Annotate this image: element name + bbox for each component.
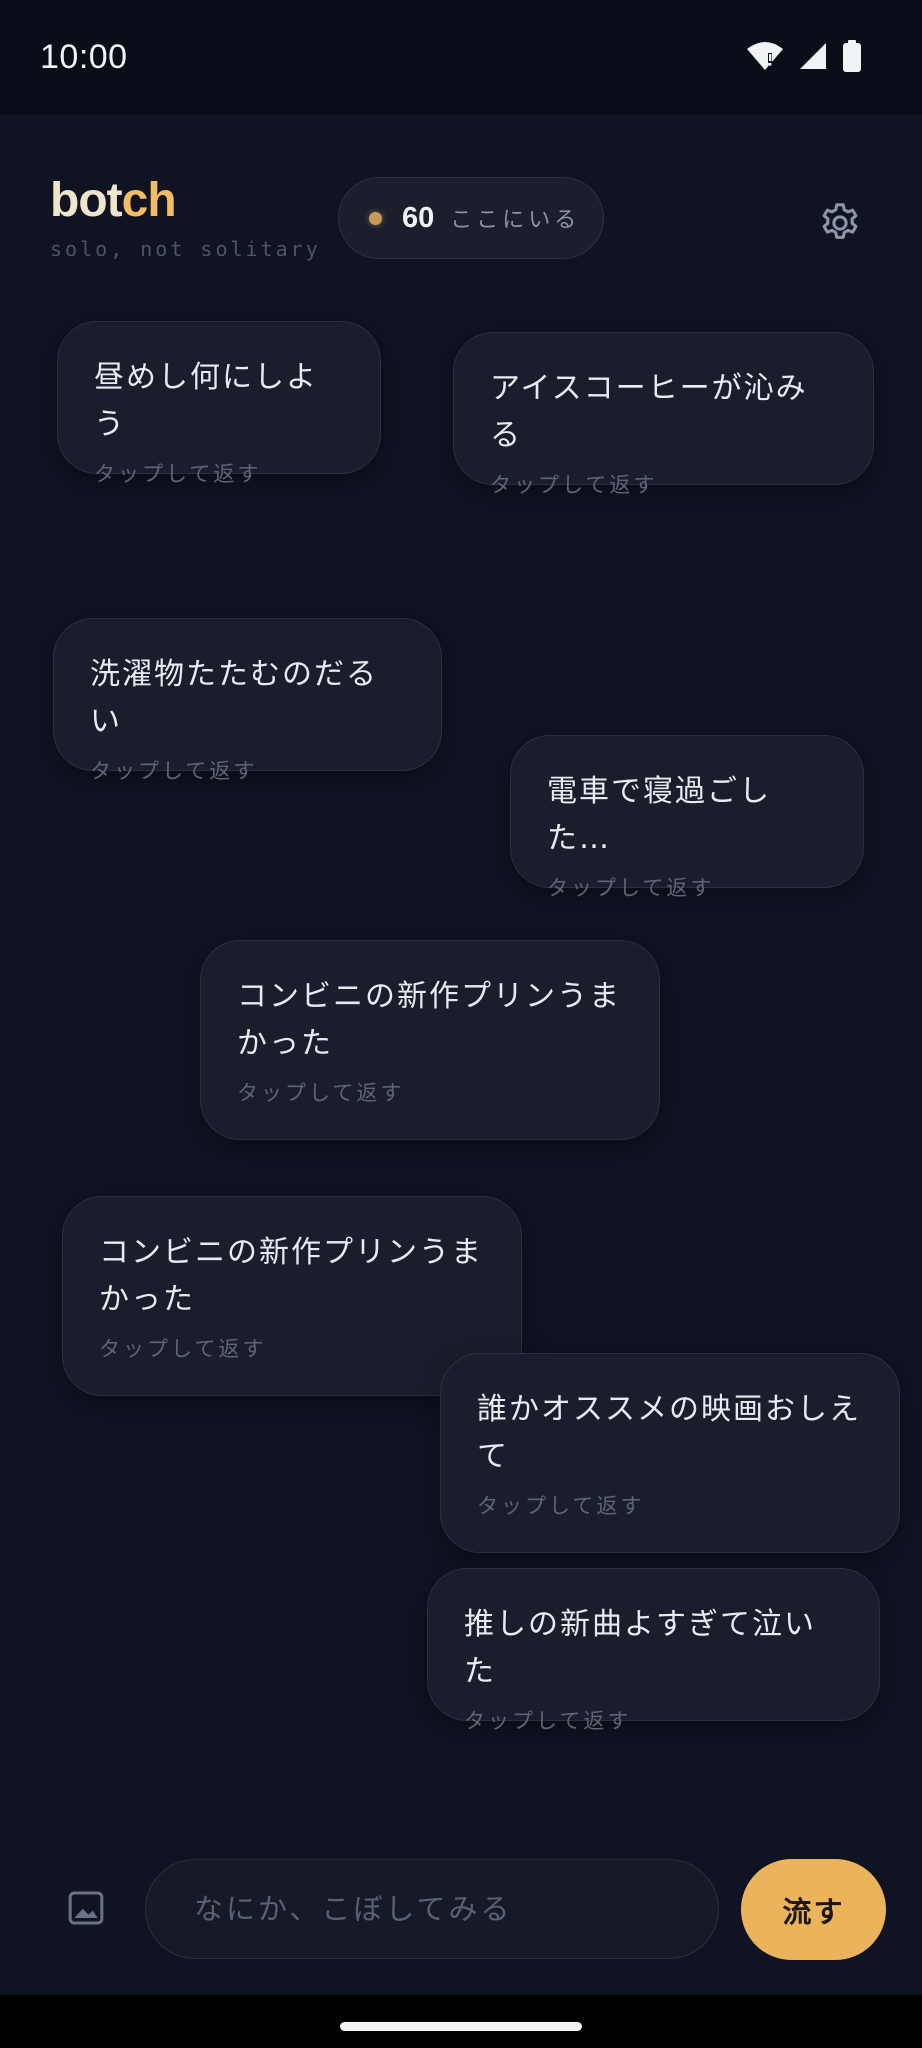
- status-bar: 10:00: [0, 0, 922, 115]
- post-card[interactable]: コンビニの新作プリンうま かった タップして返す: [200, 940, 660, 1140]
- battery-icon: [843, 40, 861, 72]
- presence-dot-icon: [369, 211, 382, 225]
- system-nav-bar: [0, 1995, 922, 2048]
- logo-part-bot: bot: [50, 174, 123, 227]
- post-card[interactable]: 昼めし何にしよう タップして返す: [57, 321, 381, 486]
- post-reply-hint: タップして返す: [90, 759, 258, 783]
- post-card[interactable]: 洗濯物たたむのだるい タップして返す: [53, 618, 442, 783]
- home-indicator[interactable]: [340, 2022, 582, 2031]
- presence-label: ここにいる: [450, 208, 581, 233]
- presence-indicator: 60 ここにいる: [338, 177, 604, 259]
- app-header: botch solo, not solitary 60 ここにいる: [0, 115, 922, 295]
- post-reply-hint: タップして返す: [237, 1081, 405, 1105]
- post-card[interactable]: 誰かオススメの映画おしえ て タップして返す: [440, 1353, 900, 1553]
- post-text: コンビニの新作プリンうま かった: [99, 1235, 483, 1317]
- post-reply-hint: タップして返す: [99, 1337, 267, 1361]
- gear-icon: [822, 203, 858, 239]
- logo-part-ch: ch: [121, 174, 177, 227]
- settings-button[interactable]: [812, 195, 868, 251]
- post-text: コンビニの新作プリンうま かった: [237, 979, 621, 1061]
- status-time: 10:00: [40, 38, 128, 76]
- send-button[interactable]: 流す: [741, 1859, 886, 1960]
- composer-bar: 流す: [0, 1838, 922, 1988]
- post-card[interactable]: アイスコーヒーが沁みる タップして返す: [453, 332, 874, 497]
- status-icons: [746, 40, 862, 72]
- image-icon: [68, 1891, 104, 1925]
- post-card[interactable]: 電車で寝過ごした… タップして返す: [510, 735, 864, 900]
- post-text: アイスコーヒーが沁みる: [490, 371, 808, 453]
- post-reply-hint: タップして返す: [490, 473, 658, 497]
- post-reply-hint: タップして返す: [477, 1494, 645, 1518]
- app-logo: botch: [50, 173, 177, 228]
- presence-count: 60: [402, 201, 435, 234]
- post-reply-hint: タップして返す: [464, 1709, 632, 1733]
- post-reply-hint: タップして返す: [94, 462, 262, 486]
- post-text: 昼めし何にしよう: [94, 360, 318, 442]
- cell-signal-icon: [800, 43, 826, 69]
- wifi-icon: [747, 42, 783, 70]
- post-text: 電車で寝過ごした…: [547, 774, 771, 856]
- post-text: 洗濯物たたむのだるい: [90, 657, 378, 739]
- post-card[interactable]: 推しの新曲よすぎて泣いた タップして返す: [427, 1568, 880, 1733]
- post-text: 推しの新曲よすぎて泣いた: [464, 1607, 816, 1689]
- post-reply-hint: タップして返す: [547, 876, 715, 900]
- message-input[interactable]: [145, 1859, 719, 1959]
- app-tagline: solo, not solitary: [50, 237, 321, 261]
- post-text: 誰かオススメの映画おしえ て: [477, 1392, 861, 1474]
- attach-image-button[interactable]: [66, 1888, 106, 1928]
